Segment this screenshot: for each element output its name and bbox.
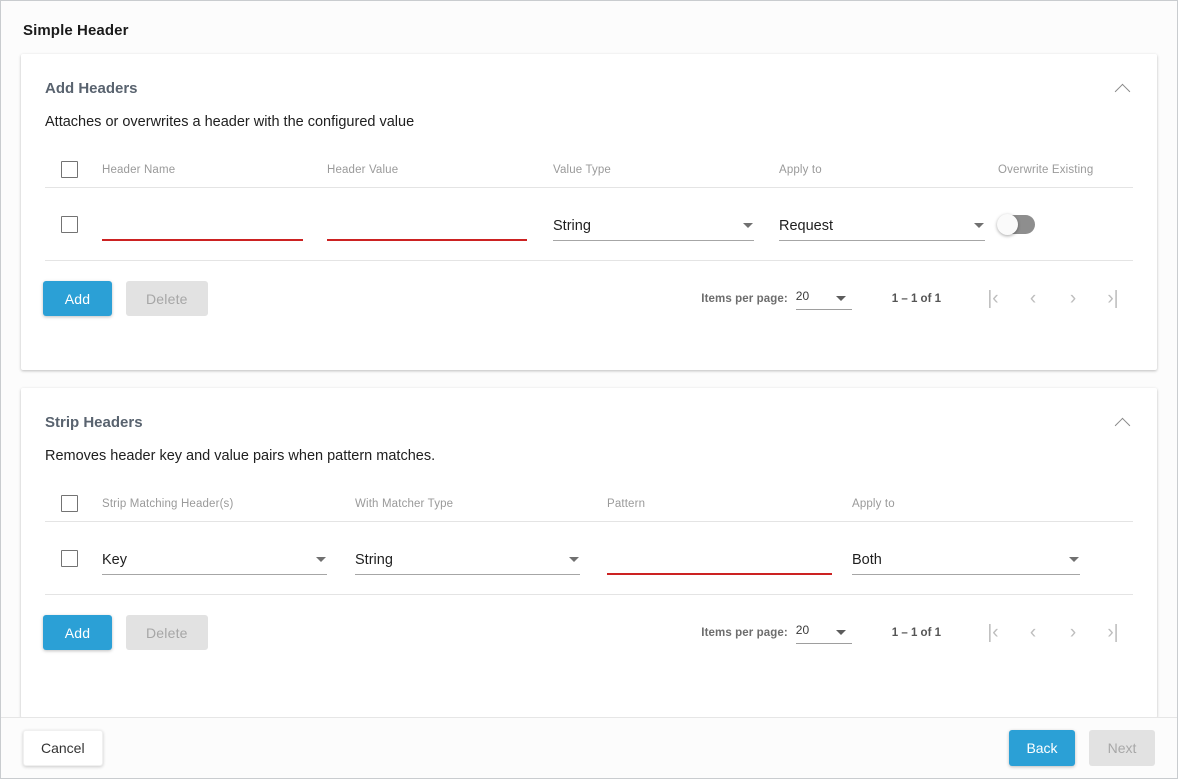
items-per-page-underline	[796, 643, 852, 644]
table-row: Key String	[45, 522, 1133, 595]
with-matcher-type-select[interactable]: String	[355, 542, 580, 575]
chevron-down-icon	[743, 223, 753, 228]
strip-apply-to-value: Both	[852, 552, 882, 568]
next-page-icon[interactable]: ›	[1053, 282, 1093, 316]
strip-matching-headers-underline	[102, 574, 327, 575]
chevron-down-icon	[836, 630, 846, 635]
items-per-page-value: 20	[796, 289, 809, 303]
next-button: Next	[1089, 730, 1155, 766]
row-select-cell	[45, 550, 102, 567]
strip-headers-card: Strip Headers Removes header key and val…	[21, 388, 1157, 718]
add-header-button[interactable]: Add	[43, 281, 112, 316]
column-header-strip-matching-headers: Strip Matching Header(s)	[102, 498, 233, 510]
page-range-label: 1 – 1 of 1	[892, 627, 941, 639]
items-per-page-select[interactable]: 20	[796, 622, 852, 644]
with-matcher-type-value: String	[355, 552, 393, 568]
strip-matching-headers-value: Key	[102, 552, 127, 568]
header-value-input[interactable]	[327, 208, 527, 241]
add-strip-header-button[interactable]: Add	[43, 615, 112, 650]
strip-headers-title: Strip Headers	[21, 388, 1157, 431]
chevron-up-icon	[1114, 417, 1130, 433]
chevron-up-icon	[1114, 83, 1130, 99]
add-headers-collapse-button[interactable]	[1109, 76, 1135, 102]
first-page-icon[interactable]: |‹	[973, 282, 1013, 316]
delete-header-button: Delete	[126, 281, 208, 316]
page-title: Simple Header	[1, 1, 1177, 39]
previous-page-icon[interactable]: ‹	[1013, 282, 1053, 316]
select-all-cell	[45, 161, 102, 178]
apply-to-value: Request	[779, 218, 833, 234]
previous-page-icon[interactable]: ‹	[1013, 616, 1053, 650]
strip-headers-collapse-button[interactable]	[1109, 410, 1135, 436]
table-header-row: Header Name Header Value Value Type Appl…	[45, 151, 1133, 188]
select-all-cell	[45, 495, 102, 512]
items-per-page-select[interactable]: 20	[796, 288, 852, 310]
chevron-down-icon	[974, 223, 984, 228]
add-headers-description: Attaches or overwrites a header with the…	[21, 97, 1157, 130]
table-header-row: Strip Matching Header(s) With Matcher Ty…	[45, 485, 1133, 522]
overwrite-existing-toggle[interactable]	[998, 215, 1035, 234]
app-window: Simple Header Add Headers Attaches or ov…	[0, 0, 1178, 779]
table-row: String Request	[45, 188, 1133, 261]
page-range-label: 1 – 1 of 1	[892, 293, 941, 305]
value-type-select[interactable]: String	[553, 208, 754, 241]
select-all-checkbox[interactable]	[61, 495, 78, 512]
apply-to-select[interactable]: Request	[779, 208, 985, 241]
header-name-input[interactable]	[102, 208, 303, 241]
items-per-page-underline	[796, 309, 852, 310]
column-header-header-name: Header Name	[102, 164, 175, 176]
items-per-page-label: Items per page:	[701, 627, 788, 639]
paginator-buttons: |‹ ‹ › ›|	[973, 282, 1133, 316]
strip-headers-action-bar: Add Delete Items per page: 20 1 – 1 of 1…	[43, 615, 1133, 650]
cancel-button[interactable]: Cancel	[23, 730, 103, 766]
chevron-down-icon	[836, 296, 846, 301]
select-all-checkbox[interactable]	[61, 161, 78, 178]
last-page-icon[interactable]: ›|	[1093, 616, 1133, 650]
row-checkbox[interactable]	[61, 216, 78, 233]
footer-bar: Cancel Back Next	[1, 717, 1177, 778]
pattern-underline	[607, 573, 832, 575]
value-type-value: String	[553, 218, 591, 234]
next-page-icon[interactable]: ›	[1053, 616, 1093, 650]
column-header-apply-to: Apply to	[852, 498, 895, 510]
items-per-page-label: Items per page:	[701, 293, 788, 305]
add-headers-title: Add Headers	[21, 54, 1157, 97]
column-header-value-type: Value Type	[553, 164, 611, 176]
strip-apply-to-select[interactable]: Both	[852, 542, 1080, 575]
row-select-cell	[45, 216, 102, 233]
chevron-down-icon	[569, 557, 579, 562]
strip-apply-to-underline	[852, 574, 1080, 575]
toggle-knob	[997, 214, 1018, 235]
column-header-apply-to: Apply to	[779, 164, 822, 176]
row-checkbox[interactable]	[61, 550, 78, 567]
add-headers-action-bar: Add Delete Items per page: 20 1 – 1 of 1…	[43, 281, 1133, 316]
add-headers-card: Add Headers Attaches or overwrites a hea…	[21, 54, 1157, 370]
strip-headers-paginator: Items per page: 20 1 – 1 of 1 |‹ ‹ › ›|	[701, 616, 1133, 650]
header-name-underline	[102, 239, 303, 241]
chevron-down-icon	[1069, 557, 1079, 562]
strip-matching-headers-select[interactable]: Key	[102, 542, 327, 575]
column-header-header-value: Header Value	[327, 164, 398, 176]
column-header-with-matcher-type: With Matcher Type	[355, 498, 453, 510]
items-per-page-value: 20	[796, 623, 809, 637]
column-header-overwrite-existing: Overwrite Existing	[998, 164, 1093, 176]
add-headers-paginator: Items per page: 20 1 – 1 of 1 |‹ ‹ › ›|	[701, 282, 1133, 316]
first-page-icon[interactable]: |‹	[973, 616, 1013, 650]
chevron-down-icon	[316, 557, 326, 562]
header-value-underline	[327, 239, 527, 241]
column-header-pattern: Pattern	[607, 498, 645, 510]
paginator-buttons: |‹ ‹ › ›|	[973, 616, 1133, 650]
apply-to-underline	[779, 240, 985, 241]
strip-headers-table: Strip Matching Header(s) With Matcher Ty…	[45, 485, 1133, 595]
last-page-icon[interactable]: ›|	[1093, 282, 1133, 316]
value-type-underline	[553, 240, 754, 241]
add-headers-table: Header Name Header Value Value Type Appl…	[45, 151, 1133, 261]
strip-headers-description: Removes header key and value pairs when …	[21, 431, 1157, 464]
back-button[interactable]: Back	[1009, 730, 1075, 766]
delete-strip-header-button: Delete	[126, 615, 208, 650]
with-matcher-type-underline	[355, 574, 580, 575]
pattern-input[interactable]	[607, 542, 832, 575]
